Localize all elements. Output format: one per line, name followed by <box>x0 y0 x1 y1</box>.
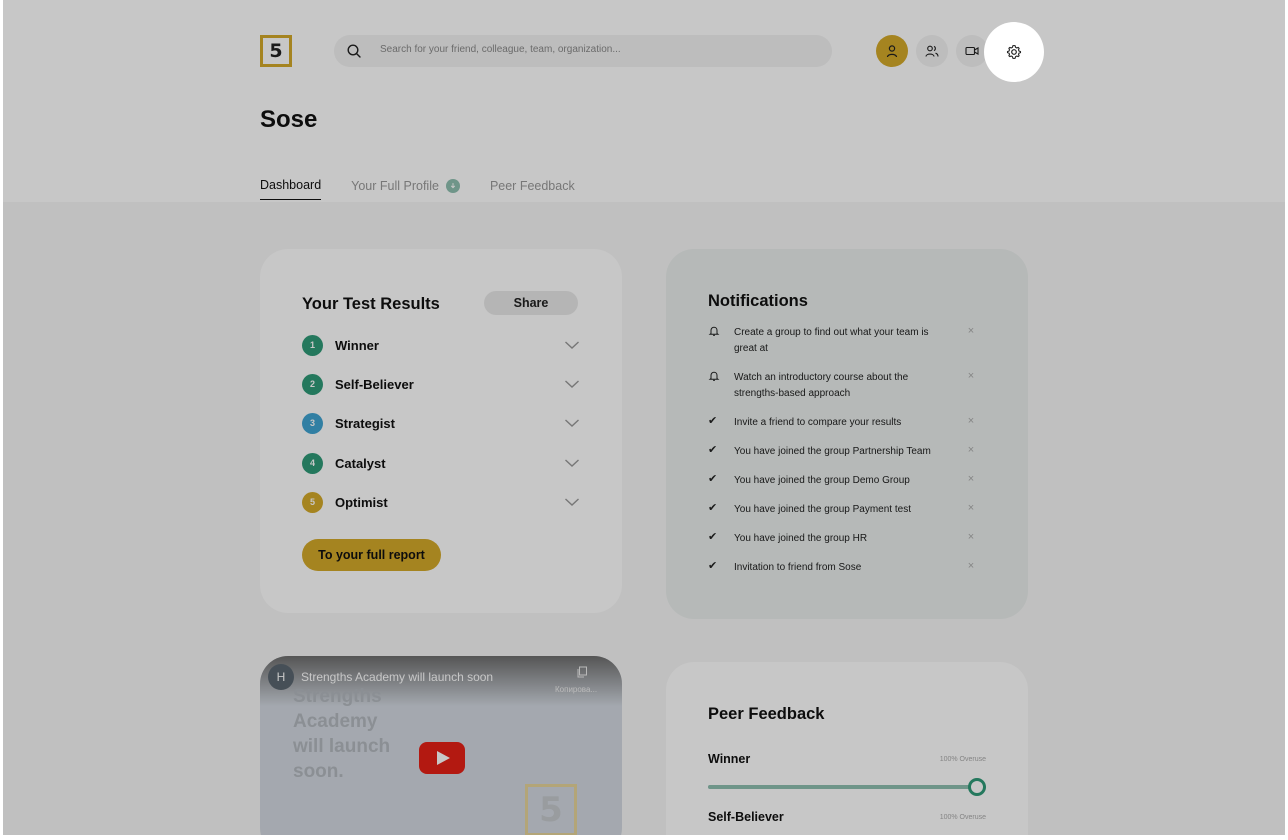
header-area <box>3 0 1285 202</box>
peer-item-percent: 100% Overuse <box>939 814 986 821</box>
poster-text: Strengths <box>293 686 382 707</box>
search-input[interactable]: Search for your friend, colleague, team,… <box>380 44 621 55</box>
result-label: Winner <box>335 337 379 353</box>
peer-slider[interactable] <box>708 778 986 796</box>
result-item-optimist[interactable]: 5 Optimist <box>302 490 580 514</box>
result-item-strategist[interactable]: 3 Strategist <box>302 411 580 435</box>
peer-item-label: Winner <box>708 752 751 766</box>
rank-badge: 2 <box>302 373 323 395</box>
tab-label: Dashboard <box>260 178 322 192</box>
close-icon[interactable]: × <box>966 473 976 485</box>
peer-feedback-card: Peer Feedback Winner 100% Overuse Self-B… <box>666 662 1028 835</box>
chevron-down-icon[interactable] <box>564 415 580 431</box>
tab-dashboard[interactable]: Dashboard <box>260 178 322 200</box>
close-icon[interactable]: × <box>966 560 976 572</box>
result-item-self-believer[interactable]: 2 Self-Believer <box>302 372 580 396</box>
notification-text: Invite a friend to compare your results <box>734 417 902 428</box>
rank-badge: 1 <box>302 334 323 356</box>
check-icon: ✔ <box>708 444 718 456</box>
notification-text: You have joined the group Payment test <box>734 504 911 515</box>
close-icon[interactable]: × <box>966 531 976 543</box>
rank-badge: 5 <box>302 491 323 513</box>
close-icon[interactable]: × <box>966 415 976 427</box>
youtube-play-icon[interactable] <box>419 742 465 774</box>
users-icon <box>925 45 939 57</box>
share-button[interactable]: Share <box>484 291 578 315</box>
gear-icon <box>1006 44 1022 60</box>
close-icon[interactable]: × <box>966 444 976 456</box>
close-icon[interactable]: × <box>966 502 976 514</box>
search-icon <box>347 44 361 58</box>
card-title: Your Test Results <box>302 295 440 313</box>
poster-text: soon. <box>293 761 344 782</box>
result-label: Optimist <box>335 494 388 510</box>
check-icon: ✔ <box>708 502 718 514</box>
tab-full-profile[interactable]: Your Full Profile <box>351 178 460 200</box>
peer-item-label: Self-Believer <box>708 810 784 824</box>
video-title[interactable]: Strengths Academy will launch soon <box>301 670 493 684</box>
channel-avatar[interactable]: H <box>268 664 294 690</box>
bell-icon <box>708 371 720 381</box>
full-report-button[interactable]: To your full report <box>302 539 441 571</box>
result-label: Strategist <box>335 415 395 431</box>
app-frame: 5 Search for your friend, colleague, tea… <box>3 0 1285 835</box>
notification-text: Create a group to find out what your tea… <box>734 327 929 354</box>
chevron-down-icon[interactable] <box>564 455 580 471</box>
download-icon <box>445 178 460 193</box>
people-button[interactable] <box>916 35 948 67</box>
profile-button[interactable] <box>876 35 908 67</box>
copy-link-label[interactable]: Копирова... <box>555 685 597 694</box>
notification-text: Watch an introductory course about the s… <box>734 372 909 399</box>
poster-logo: 5 <box>525 784 577 835</box>
page-title: Sose <box>260 106 318 133</box>
rank-badge: 3 <box>302 412 323 434</box>
settings-button[interactable] <box>984 22 1044 82</box>
chevron-down-icon[interactable] <box>564 376 580 392</box>
notification-text: You have joined the group HR <box>734 533 868 544</box>
copy-icon[interactable] <box>576 666 588 678</box>
poster-text: Academy <box>293 711 378 732</box>
slider-fill <box>708 785 986 789</box>
card-title: Peer Feedback <box>708 705 825 723</box>
check-icon: ✔ <box>708 473 718 485</box>
tab-bar: Dashboard Your Full Profile Peer Feedbac… <box>260 178 605 200</box>
result-item-winner[interactable]: 1 Winner <box>302 333 580 357</box>
user-icon <box>886 45 898 58</box>
test-results-card: Your Test Results Share 1 Winner 2 Self-… <box>260 249 622 613</box>
check-icon: ✔ <box>708 415 718 427</box>
peer-item-percent: 100% Overuse <box>939 756 986 763</box>
notification-text: You have joined the group Demo Group <box>734 475 910 486</box>
tab-label: Peer Feedback <box>489 178 575 193</box>
tab-peer-feedback[interactable]: Peer Feedback <box>490 178 575 200</box>
result-item-catalyst[interactable]: 4 Catalyst <box>302 451 580 475</box>
card-title: Notifications <box>708 292 808 310</box>
app-logo[interactable]: 5 <box>260 35 292 67</box>
rank-badge: 4 <box>302 452 323 474</box>
notification-text: Invitation to friend from Sose <box>734 562 862 573</box>
notifications-card: Notifications Create a group to find out… <box>666 249 1028 619</box>
slider-handle[interactable] <box>968 778 986 796</box>
check-icon: ✔ <box>708 560 718 572</box>
poster-text: will launch <box>293 736 391 757</box>
bell-icon <box>708 326 720 336</box>
close-icon[interactable]: × <box>966 325 976 337</box>
video-player[interactable]: H Strengths Academy will launch soon Коп… <box>260 656 622 835</box>
check-icon: ✔ <box>708 531 718 543</box>
result-label: Catalyst <box>335 455 386 471</box>
notification-text: You have joined the group Partnership Te… <box>734 446 931 457</box>
video-icon <box>965 46 979 56</box>
result-label: Self-Believer <box>335 376 414 392</box>
search-bar[interactable]: Search for your friend, colleague, team,… <box>334 35 832 67</box>
close-icon[interactable]: × <box>966 370 976 382</box>
chevron-down-icon[interactable] <box>564 337 580 353</box>
tab-label: Your Full Profile <box>351 178 439 193</box>
chevron-down-icon[interactable] <box>564 494 580 510</box>
